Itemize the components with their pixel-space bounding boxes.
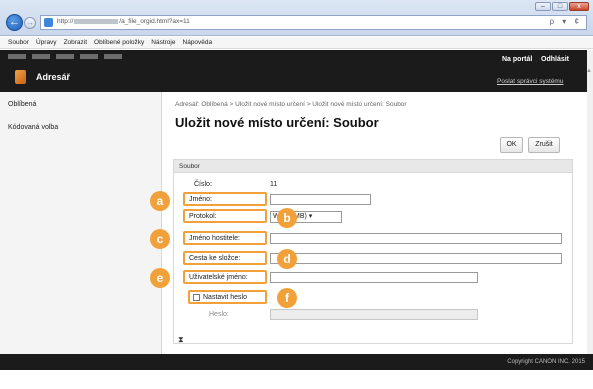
portal-link[interactable]: Na portál	[502, 56, 532, 63]
address-book-icon	[15, 70, 26, 84]
host-name-input[interactable]	[270, 233, 562, 244]
number-label: Číslo:	[194, 181, 212, 188]
device-info-redacted	[8, 54, 128, 59]
user-name-input[interactable]	[270, 272, 478, 283]
callout-b: b	[277, 208, 297, 228]
ok-button[interactable]: OK	[500, 137, 523, 153]
logout-link[interactable]: Odhlásit	[541, 56, 569, 63]
highlight-folder	[183, 251, 267, 265]
app-title: Adresář	[36, 72, 71, 82]
menu-favorites[interactable]: Oblíbené položky	[94, 39, 144, 46]
hourglass-icon: ⧗	[178, 335, 184, 344]
address-text: http:// /a_file_orgid.html?ax=11	[57, 18, 190, 25]
page-title: Uložit nové místo určení: Soubor	[175, 115, 379, 130]
callout-e: e	[150, 268, 170, 288]
mail-admin-link[interactable]: Poslat správci systému	[497, 78, 563, 85]
breadcrumb: Adresář: Oblíbená > Uložit nové místo ur…	[175, 101, 407, 108]
cancel-button[interactable]: Zrušit	[528, 137, 560, 153]
menu-file[interactable]: Soubor	[8, 39, 29, 46]
number-value: 11	[270, 181, 278, 188]
page-icon	[44, 18, 53, 27]
sidebar: Oblíbená Kódovaná volba	[0, 92, 162, 354]
callout-f: f	[277, 288, 297, 308]
highlight-user	[183, 270, 267, 284]
password-label: Heslo:	[209, 311, 229, 318]
forward-arrow-icon[interactable]: →	[24, 17, 36, 29]
sidebar-item-favorites[interactable]: Oblíbená	[8, 101, 36, 108]
app-header: Adresář Na portál Odhlásit Poslat správc…	[0, 50, 593, 92]
copyright-text: Copyright CANON INC. 2015	[507, 359, 585, 365]
callout-c: c	[150, 229, 170, 249]
section-title: Soubor	[179, 163, 200, 170]
page-footer: Copyright CANON INC. 2015	[0, 354, 593, 370]
highlight-host	[183, 231, 267, 245]
callout-d: d	[277, 249, 297, 269]
close-button[interactable]: x	[569, 2, 589, 11]
minimize-button[interactable]: –	[535, 2, 551, 11]
maximize-button[interactable]: □	[552, 2, 568, 11]
section-header: Soubor	[174, 160, 572, 173]
scrollbar[interactable]	[587, 50, 593, 370]
window-controls: – □ x	[535, 2, 589, 11]
menu-tools[interactable]: Nástroje	[151, 39, 175, 46]
browser-menubar: Soubor Úpravy Zobrazit Oblíbené položky …	[0, 37, 593, 49]
address-bar[interactable]: http:// /a_file_orgid.html?ax=11 ρ ▾ ¢	[40, 15, 587, 30]
highlight-password	[188, 290, 267, 304]
password-input[interactable]	[270, 309, 478, 320]
url-redacted	[74, 18, 119, 24]
highlight-name	[183, 192, 267, 206]
menu-view[interactable]: Zobrazit	[64, 39, 87, 46]
scroll-up-icon[interactable]: ▲	[586, 68, 592, 74]
bottom-area	[0, 370, 593, 389]
url-prefix: http://	[57, 18, 74, 25]
folder-path-input[interactable]	[270, 253, 562, 264]
name-input[interactable]	[270, 194, 371, 205]
highlight-protocol	[183, 209, 267, 223]
menu-help[interactable]: Nápověda	[183, 39, 213, 46]
sidebar-item-coded-dial[interactable]: Kódovaná volba	[8, 124, 58, 131]
url-path: /a_file_orgid.html?ax=11	[119, 18, 190, 25]
menu-edit[interactable]: Úpravy	[36, 39, 57, 46]
back-arrow-icon[interactable]: ←	[6, 14, 23, 31]
browser-titlebar: – □ x ← → http:// /a_file_orgid.html?ax=1…	[0, 0, 593, 36]
address-tools-icon[interactable]: ρ ▾ ¢	[550, 17, 582, 26]
callout-a: a	[150, 191, 170, 211]
